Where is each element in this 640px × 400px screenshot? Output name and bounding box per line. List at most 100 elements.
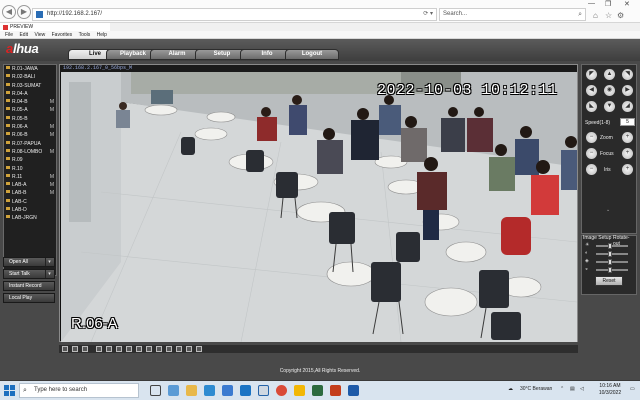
windows-start-icon[interactable] (4, 385, 16, 396)
ptz-right-icon[interactable]: ▶ (622, 85, 633, 96)
weather-icon[interactable]: ☁ (508, 386, 513, 392)
audio-icon[interactable] (146, 346, 152, 352)
menu-view[interactable]: View (34, 32, 45, 38)
focus-out-icon[interactable]: − (586, 148, 597, 159)
camera-item[interactable]: R.03-SUMAT (4, 82, 56, 90)
talk-icon[interactable] (156, 346, 162, 352)
ptz-left-icon[interactable]: ◀ (586, 85, 597, 96)
camera-item[interactable]: LAB-C (4, 198, 56, 206)
saturation-slider[interactable] (596, 259, 628, 265)
settings-icon[interactable] (176, 346, 182, 352)
contrast-slider[interactable] (596, 251, 628, 257)
iris-close-icon[interactable]: − (586, 164, 597, 175)
quality-icon[interactable] (166, 346, 172, 352)
mail-icon[interactable] (240, 385, 251, 396)
split-4-icon[interactable] (72, 346, 78, 352)
hue-slider[interactable] (596, 267, 628, 273)
open-all-button[interactable]: Open All ▾ (3, 257, 55, 267)
taskbar-search-input[interactable]: ⌕ Type here to search (19, 383, 139, 398)
home-icon[interactable]: ⌂ (593, 11, 598, 20)
ptz-up-right-icon[interactable]: ◥ (622, 69, 633, 80)
refresh-icon[interactable] (186, 346, 192, 352)
camera-item[interactable]: LAB-B M (4, 189, 56, 197)
zoom-out-icon[interactable]: − (586, 132, 597, 143)
camera-feed[interactable]: 2022-10-03 10:12:11 R.06-A (61, 72, 577, 342)
camera-item[interactable]: LAB-JRGN (4, 214, 56, 222)
zoom-in-icon[interactable]: + (622, 132, 633, 143)
camera-item[interactable]: R.06-A M (4, 123, 56, 131)
close-all-icon[interactable] (196, 346, 202, 352)
camera-item[interactable]: R.11 M (4, 173, 56, 181)
camera-item[interactable]: R.04-A (4, 90, 56, 98)
file-explorer-icon[interactable] (186, 385, 197, 396)
back-icon[interactable]: ◀ (2, 5, 16, 19)
task-view-icon[interactable] (150, 385, 161, 396)
network-icon[interactable]: ▤ (570, 386, 575, 392)
menu-tools[interactable]: Tools (79, 32, 91, 38)
camera-item[interactable]: R.06-B M (4, 131, 56, 139)
camera-item[interactable]: LAB-A M (4, 181, 56, 189)
start-talk-button[interactable]: Start Talk ▾ (3, 269, 55, 279)
menu-help[interactable]: Help (97, 32, 107, 38)
split-9-icon[interactable] (96, 346, 102, 352)
reset-button[interactable]: Reset (595, 276, 623, 286)
clock[interactable]: 10:16 AM 10/3/2022 (592, 383, 628, 397)
local-play-button[interactable]: Local Play (3, 293, 55, 303)
instant-record-button[interactable]: Instant Record (3, 281, 55, 291)
address-bar[interactable]: http://192.168.2.167/ ⟳ ▾ (32, 8, 437, 21)
chevron-down-icon[interactable]: ⌄ (606, 207, 610, 213)
browser-search-input[interactable]: Search... ⌕ (439, 8, 586, 21)
ptz-up-icon[interactable]: ▲ (604, 69, 615, 80)
camera-item[interactable]: R.09 (4, 156, 56, 164)
menu-favorites[interactable]: Favorites (52, 32, 73, 38)
tray-chevron-icon[interactable]: ⌃ (560, 386, 564, 392)
word-icon[interactable] (348, 385, 359, 396)
camera-item[interactable]: LAB-D (4, 206, 56, 214)
edge-icon[interactable] (204, 385, 215, 396)
focus-in-icon[interactable]: + (622, 148, 633, 159)
favorites-icon[interactable]: ☆ (605, 11, 612, 20)
chevron-down-icon[interactable]: ▾ (45, 258, 53, 266)
search-icon[interactable]: ⌕ (578, 9, 582, 20)
snapshot-icon[interactable] (116, 346, 122, 352)
brightness-slider[interactable] (596, 243, 628, 249)
internet-explorer-icon[interactable] (258, 385, 269, 396)
excel-icon[interactable] (312, 385, 323, 396)
menu-file[interactable]: File (5, 32, 13, 38)
record-icon[interactable] (126, 346, 132, 352)
weather-text[interactable]: 30°C Berawan (520, 386, 552, 392)
split-16-icon[interactable] (106, 346, 112, 352)
zoom-icon[interactable] (136, 346, 142, 352)
chrome-icon[interactable] (276, 385, 287, 396)
ptz-down-right-icon[interactable]: ◢ (622, 101, 633, 112)
camera-item[interactable]: R.01-JAWA (4, 65, 56, 73)
split-1-icon[interactable] (62, 346, 68, 352)
powerpoint-icon[interactable] (330, 385, 341, 396)
nav-logout[interactable]: Logout (285, 49, 339, 60)
camera-item[interactable]: R.05-A M (4, 106, 56, 114)
notification-icon[interactable]: ▭ (630, 386, 635, 392)
store-icon[interactable] (222, 385, 233, 396)
ptz-up-left-icon[interactable]: ◤ (586, 69, 597, 80)
ptz-down-left-icon[interactable]: ◣ (586, 101, 597, 112)
fullscreen-icon[interactable] (82, 346, 88, 352)
live-video-panel[interactable]: 192.168.2.167_0_56bps_M 2022-10-03 10:12… (59, 64, 578, 342)
gear-icon[interactable]: ⚙ (617, 11, 624, 20)
ptz-down-icon[interactable]: ▼ (604, 101, 615, 112)
widgets-icon[interactable] (168, 385, 179, 396)
speed-select[interactable]: 5 (620, 118, 635, 126)
chevron-down-icon[interactable]: ▾ (45, 270, 53, 278)
close-icon[interactable]: ✕ (624, 0, 630, 8)
app-icon[interactable] (294, 385, 305, 396)
forward-icon[interactable]: ▶ (17, 5, 31, 19)
camera-item[interactable]: R.05-B (4, 115, 56, 123)
volume-icon[interactable]: ◁ (580, 386, 584, 392)
browser-tab[interactable]: PREVIEW (0, 23, 110, 31)
refresh-icon[interactable]: ⟳ ▾ (423, 9, 433, 20)
menu-edit[interactable]: Edit (19, 32, 28, 38)
minimize-icon[interactable]: — (588, 0, 595, 7)
camera-item[interactable]: R.04-B M (4, 98, 56, 106)
camera-item[interactable]: R.10 (4, 165, 56, 173)
ptz-center-icon[interactable]: ◉ (604, 85, 615, 96)
camera-item[interactable]: R.08-LOMBO M (4, 148, 56, 156)
